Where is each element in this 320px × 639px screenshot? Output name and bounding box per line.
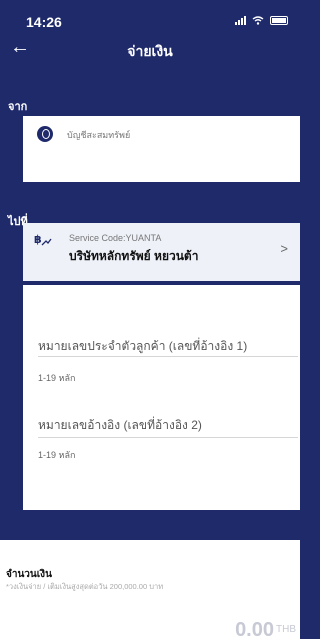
- status-icons: [235, 16, 288, 25]
- page-title: จ่ายเงิน: [127, 43, 173, 59]
- ref2-underline: [38, 437, 298, 438]
- amount-currency: THB: [276, 624, 296, 635]
- chevron-right-icon[interactable]: >: [280, 241, 288, 256]
- reference-form: หมายเลขประจำตัวลูกค้า (เลขที่อ้างอิง 1) …: [23, 285, 300, 510]
- payment-screen: 14:26 ← จ่ายเงิน จาก บัญชีสะสมทรัพย์ ไปท…: [0, 0, 300, 540]
- amount-title: จำนวนเงิน: [6, 569, 52, 580]
- signal-icon: [235, 16, 246, 25]
- amount-panel: จำนวนเงิน *วงเงินจ่าย / เติมเงินสูงสุดต่…: [0, 540, 300, 639]
- bank-logo-icon: [37, 126, 53, 142]
- ref1-hint: 1-19 หลัก: [38, 373, 76, 383]
- ref2-field[interactable]: หมายเลขอ้างอิง (เลขที่อ้างอิง 2): [38, 416, 202, 435]
- from-account-name: บัญชีสะสมทรัพย์: [67, 130, 131, 140]
- svg-text:฿: ฿: [34, 233, 42, 246]
- ref1-field[interactable]: หมายเลขประจำตัวลูกค้า (เลขที่อ้างอิง 1): [38, 337, 247, 356]
- status-time: 14:26: [26, 14, 62, 30]
- amount-limit-note: *วงเงินจ่าย / เติมเงินสูงสุดต่อวัน 200,0…: [6, 582, 164, 591]
- wifi-icon: [252, 16, 264, 25]
- biller-name: บริษัทหลักทรัพย์ หยวนต้า: [69, 249, 199, 263]
- service-code: Service Code:YUANTA: [69, 233, 162, 243]
- biller-icon: ฿: [34, 233, 52, 251]
- header: ← จ่ายเงิน: [0, 34, 300, 62]
- battery-icon: [270, 16, 288, 25]
- ref1-underline: [38, 356, 298, 357]
- biller-card[interactable]: ฿ Service Code:YUANTA บริษัทหลักทรัพย์ ห…: [23, 223, 300, 281]
- ref2-hint: 1-19 หลัก: [38, 450, 76, 460]
- from-account-card[interactable]: บัญชีสะสมทรัพย์: [23, 116, 300, 182]
- from-label: จาก: [8, 101, 28, 113]
- amount-input[interactable]: 0.00: [235, 619, 274, 639]
